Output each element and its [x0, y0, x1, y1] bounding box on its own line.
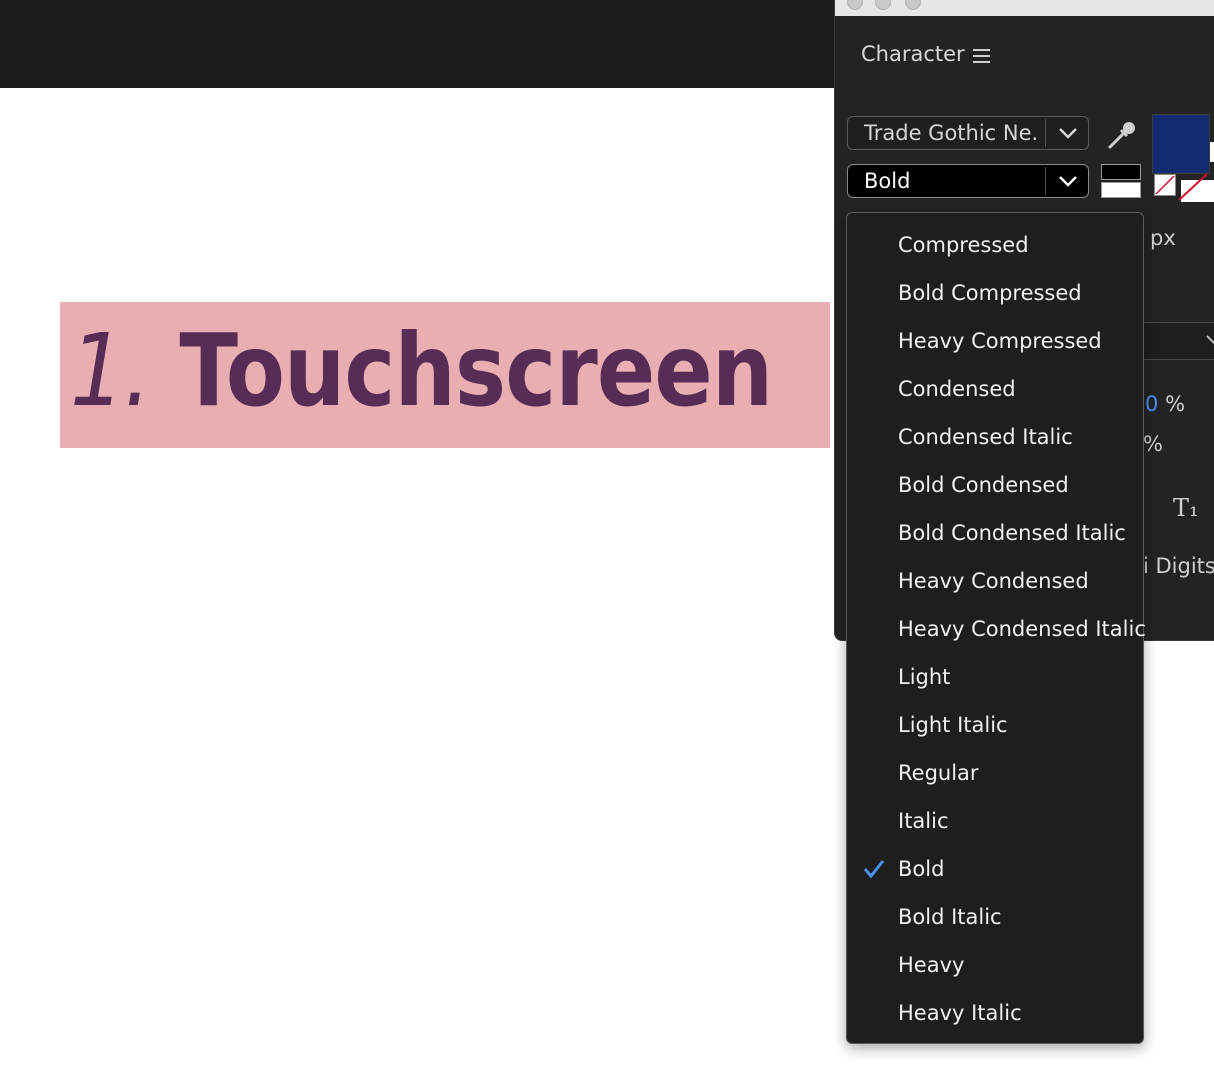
- panel-menu-icon[interactable]: [973, 49, 990, 65]
- menu-item[interactable]: Heavy Condensed Italic: [847, 605, 1146, 653]
- zoom-window-icon[interactable]: [905, 0, 921, 10]
- menu-item-label: Heavy Condensed: [898, 569, 1089, 593]
- headline-number: 1.: [70, 312, 151, 429]
- select-divider: [1045, 167, 1046, 195]
- menu-item[interactable]: Bold: [847, 845, 1143, 893]
- menu-item[interactable]: Condensed: [847, 365, 1143, 413]
- menu-item-label: Heavy Condensed Italic: [898, 617, 1146, 641]
- close-window-icon[interactable]: [847, 0, 863, 10]
- percent-field-1-value: 0: [1145, 392, 1159, 416]
- menu-item[interactable]: Bold Italic: [847, 893, 1143, 941]
- menu-item[interactable]: Bold Condensed: [847, 461, 1143, 509]
- menu-item-label: Italic: [898, 809, 949, 833]
- percent-field-1[interactable]: 0 %: [1145, 392, 1185, 416]
- default-colors-icon[interactable]: [1101, 164, 1141, 198]
- menu-item[interactable]: Heavy Italic: [847, 989, 1143, 1037]
- unit-label: px: [1150, 226, 1176, 250]
- menu-item[interactable]: Regular: [847, 749, 1143, 797]
- menu-item-label: Heavy: [898, 953, 965, 977]
- font-family-value: Trade Gothic Ne...: [864, 121, 1040, 145]
- font-style-menu: Compressed Bold Compressed Heavy Compresse…: [846, 212, 1146, 1044]
- menu-item-label: Bold Condensed: [898, 473, 1069, 497]
- menu-item[interactable]: Light Italic: [847, 701, 1143, 749]
- no-color-icon[interactable]: [1154, 174, 1176, 196]
- partial-select[interactable]: [1135, 322, 1214, 360]
- menu-item[interactable]: Heavy: [847, 941, 1143, 989]
- menu-item-label: Bold Condensed Italic: [898, 521, 1126, 545]
- chevron-down-icon[interactable]: [1057, 174, 1079, 188]
- percent-field-2-unit: %: [1143, 432, 1163, 456]
- menu-item-label: Heavy Italic: [898, 1001, 1022, 1025]
- menu-item-label: Condensed: [898, 377, 1016, 401]
- composition-canvas[interactable]: [0, 88, 834, 1082]
- menu-item-label: Light: [898, 665, 951, 689]
- select-divider: [1045, 119, 1046, 147]
- no-stroke-icon[interactable]: [1177, 172, 1214, 202]
- menu-item[interactable]: Condensed Italic: [847, 413, 1143, 461]
- minimize-window-icon[interactable]: [875, 0, 891, 10]
- menu-item[interactable]: Heavy Condensed: [847, 557, 1143, 605]
- menu-item-label: Heavy Compressed: [898, 329, 1102, 353]
- font-style-select[interactable]: Bold: [847, 164, 1089, 198]
- menu-item[interactable]: Heavy Compressed: [847, 317, 1143, 365]
- font-family-select[interactable]: Trade Gothic Ne...: [847, 116, 1089, 150]
- menu-item[interactable]: Bold Condensed Italic: [847, 509, 1143, 557]
- menu-item[interactable]: Light: [847, 653, 1143, 701]
- digits-label: i Digits: [1143, 554, 1214, 578]
- chevron-down-icon[interactable]: [1204, 333, 1214, 347]
- eyedropper-icon[interactable]: [1103, 118, 1139, 154]
- chevron-down-icon[interactable]: [1057, 126, 1079, 140]
- font-style-value: Bold: [864, 169, 911, 193]
- menu-item-label: Compressed: [898, 233, 1029, 257]
- menu-item-label: Bold: [898, 857, 945, 881]
- menu-item-label: Bold Compressed: [898, 281, 1082, 305]
- menu-item[interactable]: Italic: [847, 797, 1143, 845]
- subscript-icon[interactable]: T₁: [1173, 494, 1199, 522]
- percent-field-1-unit: %: [1165, 392, 1186, 416]
- menu-item[interactable]: Bold Compressed: [847, 269, 1143, 317]
- menu-item-label: Bold Italic: [898, 905, 1002, 929]
- panel-title: Character: [861, 42, 965, 66]
- menu-item-label: Light Italic: [898, 713, 1008, 737]
- headline-word: Touchscreen: [179, 312, 773, 429]
- fill-color-swatch[interactable]: [1152, 114, 1210, 174]
- panel-titlebar: [835, 0, 1214, 16]
- menu-item-label: Regular: [898, 761, 979, 785]
- menu-item[interactable]: Compressed: [847, 221, 1143, 269]
- checkmark-icon: [863, 860, 885, 879]
- menu-item-label: Condensed Italic: [898, 425, 1073, 449]
- text-layer[interactable]: 1. Touchscreen: [70, 296, 773, 446]
